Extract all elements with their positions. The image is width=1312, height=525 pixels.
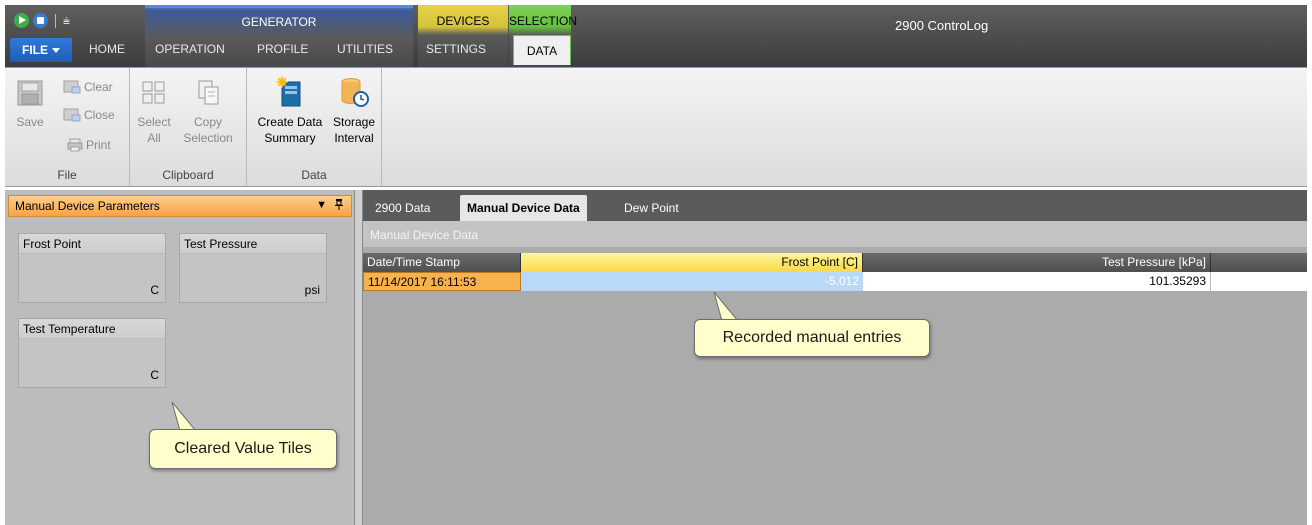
panel-splitter[interactable] xyxy=(355,190,363,525)
close-button[interactable]: Close xyxy=(63,108,115,122)
tile-frost-point[interactable]: Frost Point C xyxy=(18,233,166,303)
copy-icon xyxy=(198,80,219,105)
copy-label-1: Copy xyxy=(193,115,222,129)
printer-icon xyxy=(67,138,83,152)
save-icon xyxy=(17,80,43,106)
panel-header: Manual Device Parameters ▼ xyxy=(8,195,352,217)
select-all-label-2: All xyxy=(147,131,161,145)
ribbon-group-data: Create Data Summary Storage Interval Dat… xyxy=(247,68,382,186)
interval-label-2: Interval xyxy=(334,131,374,145)
column-header-frost-point[interactable]: Frost Point [C] xyxy=(521,253,863,272)
context-devices-label: DEVICES xyxy=(436,14,490,28)
manual-device-parameters-panel: Manual Device Parameters ▼ Frost Point C… xyxy=(5,190,355,525)
customize-qat-icon[interactable]: ⩧ xyxy=(63,15,70,27)
tile-name: Frost Point xyxy=(19,234,165,254)
column-header-date[interactable]: Date/Time Stamp xyxy=(363,253,521,272)
tab-settings[interactable]: SETTINGS xyxy=(426,42,486,56)
document-tabs: 2900 Data Manual Device Data Dew Point xyxy=(363,190,1307,221)
select-all-icon xyxy=(142,81,165,104)
create-data-summary-button[interactable]: Create Data Summary xyxy=(253,76,327,146)
tab-operation[interactable]: OPERATION xyxy=(155,42,225,56)
data-summary-icon xyxy=(276,76,301,107)
storage-clock-icon xyxy=(341,78,369,107)
context-devices: DEVICES xyxy=(418,5,508,67)
file-group-label: File xyxy=(57,168,77,182)
close-label: Close xyxy=(84,108,115,122)
callout-cleared-tiles: Cleared Value Tiles xyxy=(149,429,337,469)
qat-separator xyxy=(55,13,56,28)
tile-unit: C xyxy=(150,283,159,297)
clear-icon xyxy=(63,80,81,94)
table-cell-filler xyxy=(1211,272,1307,291)
select-all-button[interactable]: Select All xyxy=(137,78,171,146)
tab-dew-point[interactable]: Dew Point xyxy=(624,201,679,215)
select-all-label-1: Select xyxy=(137,115,171,129)
file-tab-label: FILE xyxy=(22,43,48,57)
chevron-down-icon xyxy=(52,47,60,53)
callout-cleared-tail xyxy=(171,402,198,432)
table-cell-date[interactable]: 11/14/2017 16:11:53 xyxy=(363,272,521,291)
quick-access-toolbar: ⩧ xyxy=(14,13,70,28)
tile-test-pressure[interactable]: Test Pressure psi xyxy=(179,233,327,303)
tile-unit: C xyxy=(150,368,159,382)
title-bar: GENERATOR DEVICES SELECTION ⩧ 2900 Contr… xyxy=(5,5,1307,67)
play-icon[interactable] xyxy=(14,13,29,28)
tile-name: Test Pressure xyxy=(180,234,326,254)
tile-unit: psi xyxy=(304,283,320,297)
panel-controls: ▼ xyxy=(316,199,343,213)
tab-data[interactable]: DATA xyxy=(513,35,571,65)
pin-icon[interactable] xyxy=(335,199,343,213)
panel-title: Manual Device Parameters xyxy=(15,199,160,213)
ribbon-group-clipboard: Select All Copy Selection Clipboard xyxy=(130,68,247,186)
clear-button[interactable]: Clear xyxy=(63,80,113,94)
tab-manual-device-data[interactable]: Manual Device Data xyxy=(460,195,587,221)
clipboard-group-label: Clipboard xyxy=(162,168,214,182)
column-header-test-pressure[interactable]: Test Pressure [kPa] xyxy=(863,253,1211,272)
save-label: Save xyxy=(16,115,44,129)
copy-label-2: Selection xyxy=(183,131,233,145)
tab-profile[interactable]: PROFILE xyxy=(257,42,308,56)
ribbon-group-file: Save Clear Close Print File xyxy=(5,68,130,186)
summary-label-1: Create Data xyxy=(257,115,323,129)
close-icon xyxy=(63,108,81,122)
tile-test-temperature[interactable]: Test Temperature C xyxy=(18,318,166,388)
storage-interval-button[interactable]: Storage Interval xyxy=(329,76,379,146)
data-pane: 2900 Data Manual Device Data Dew Point M… xyxy=(363,190,1307,525)
stop-icon[interactable] xyxy=(33,13,48,28)
context-selection-label: SELECTION xyxy=(509,14,578,28)
interval-label-1: Storage xyxy=(332,115,376,129)
callout-recorded-tail xyxy=(713,292,740,322)
data-group-label: Data xyxy=(301,168,327,182)
print-button[interactable]: Print xyxy=(67,138,111,152)
clear-label: Clear xyxy=(84,80,113,94)
tab-utilities[interactable]: UTILITIES xyxy=(337,42,393,56)
context-generator-label: GENERATOR xyxy=(241,15,317,29)
table-cell-frost-point[interactable]: -5.012 xyxy=(521,272,863,291)
file-tab[interactable]: FILE xyxy=(10,38,72,62)
summary-label-2: Summary xyxy=(264,131,316,145)
column-header-filler xyxy=(1211,253,1307,272)
copy-selection-button[interactable]: Copy Selection xyxy=(178,78,238,146)
data-view-title: Manual Device Data xyxy=(363,221,1307,247)
save-button[interactable]: Save xyxy=(13,78,47,130)
table-cell-test-pressure[interactable]: 101.35293 xyxy=(863,272,1211,291)
tile-name: Test Temperature xyxy=(19,319,165,339)
callout-recorded-entries: Recorded manual entries xyxy=(694,319,930,357)
app-title: 2900 ControLog xyxy=(895,18,989,33)
print-label: Print xyxy=(86,138,111,152)
panel-dropdown-icon[interactable]: ▼ xyxy=(316,199,327,213)
tab-2900-data[interactable]: 2900 Data xyxy=(375,201,430,215)
context-generator: GENERATOR xyxy=(145,5,413,67)
tab-home[interactable]: HOME xyxy=(89,42,125,56)
ribbon: Save Clear Close Print File Select All C… xyxy=(5,67,1307,187)
